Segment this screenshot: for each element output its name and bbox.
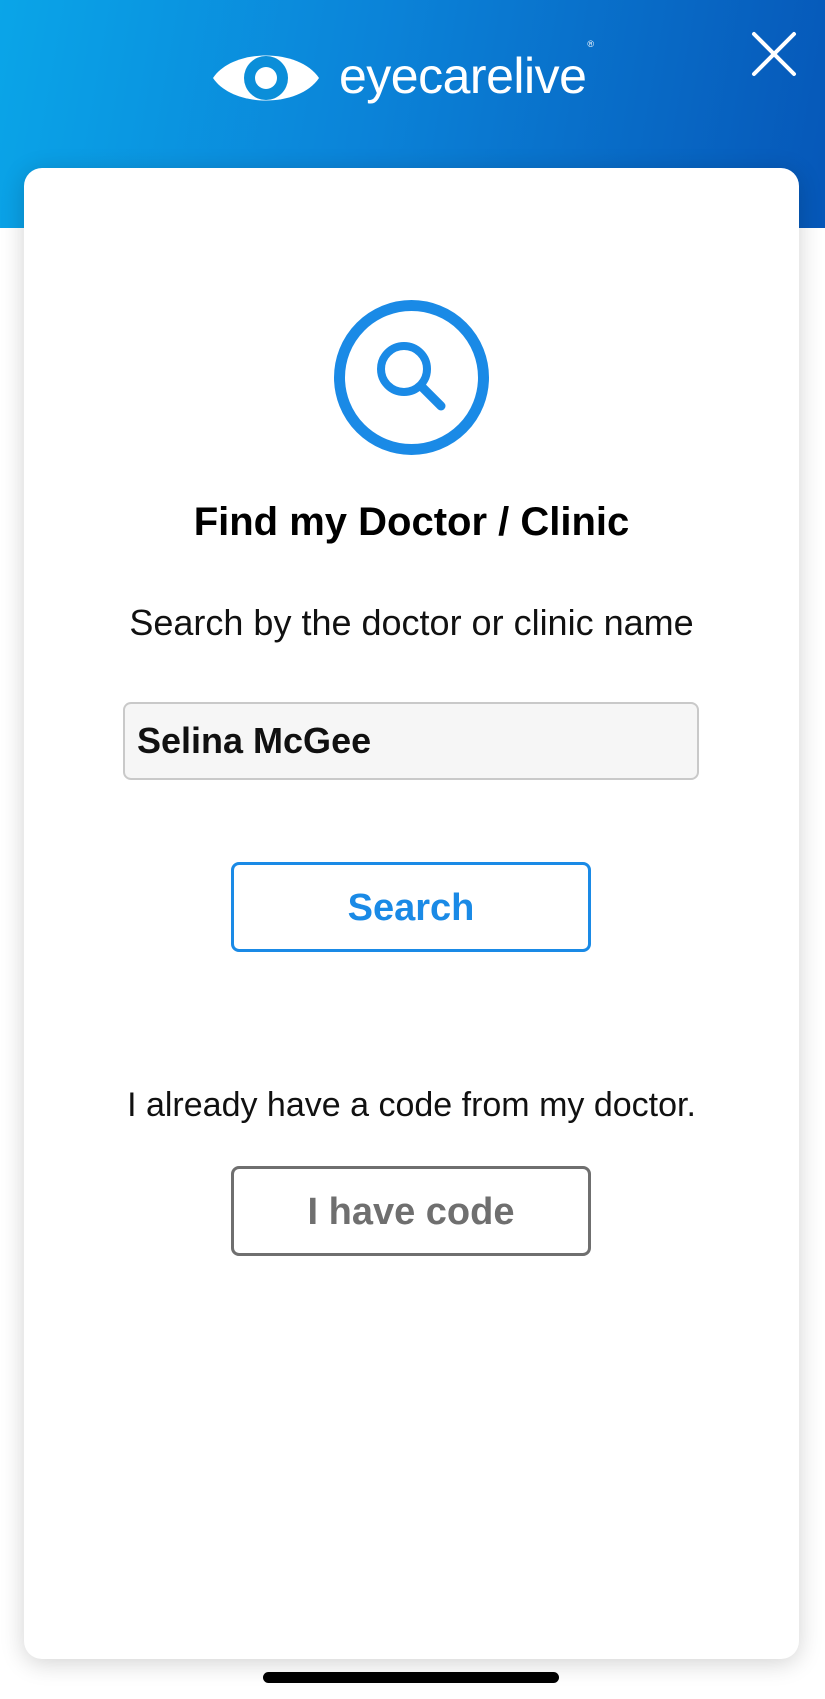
home-indicator [263,1672,559,1683]
search-instructions: Search by the doctor or clinic name [129,602,694,643]
i-have-code-button[interactable]: I have code [231,1166,591,1256]
close-icon[interactable] [748,28,800,80]
registered-mark: ® [587,39,594,50]
find-doctor-card: Find my Doctor / Clinic Search by the do… [24,168,799,1659]
eye-icon [213,55,319,101]
doctor-search-input[interactable] [123,702,699,780]
code-prompt: I already have a code from my doctor. [127,1086,696,1124]
brand-logo: eyecarelive® [209,39,594,114]
brand-name: eyecarelive® [339,39,594,104]
page-title: Find my Doctor / Clinic [193,500,630,544]
search-button[interactable]: Search [231,862,591,952]
search-icon [334,300,489,455]
